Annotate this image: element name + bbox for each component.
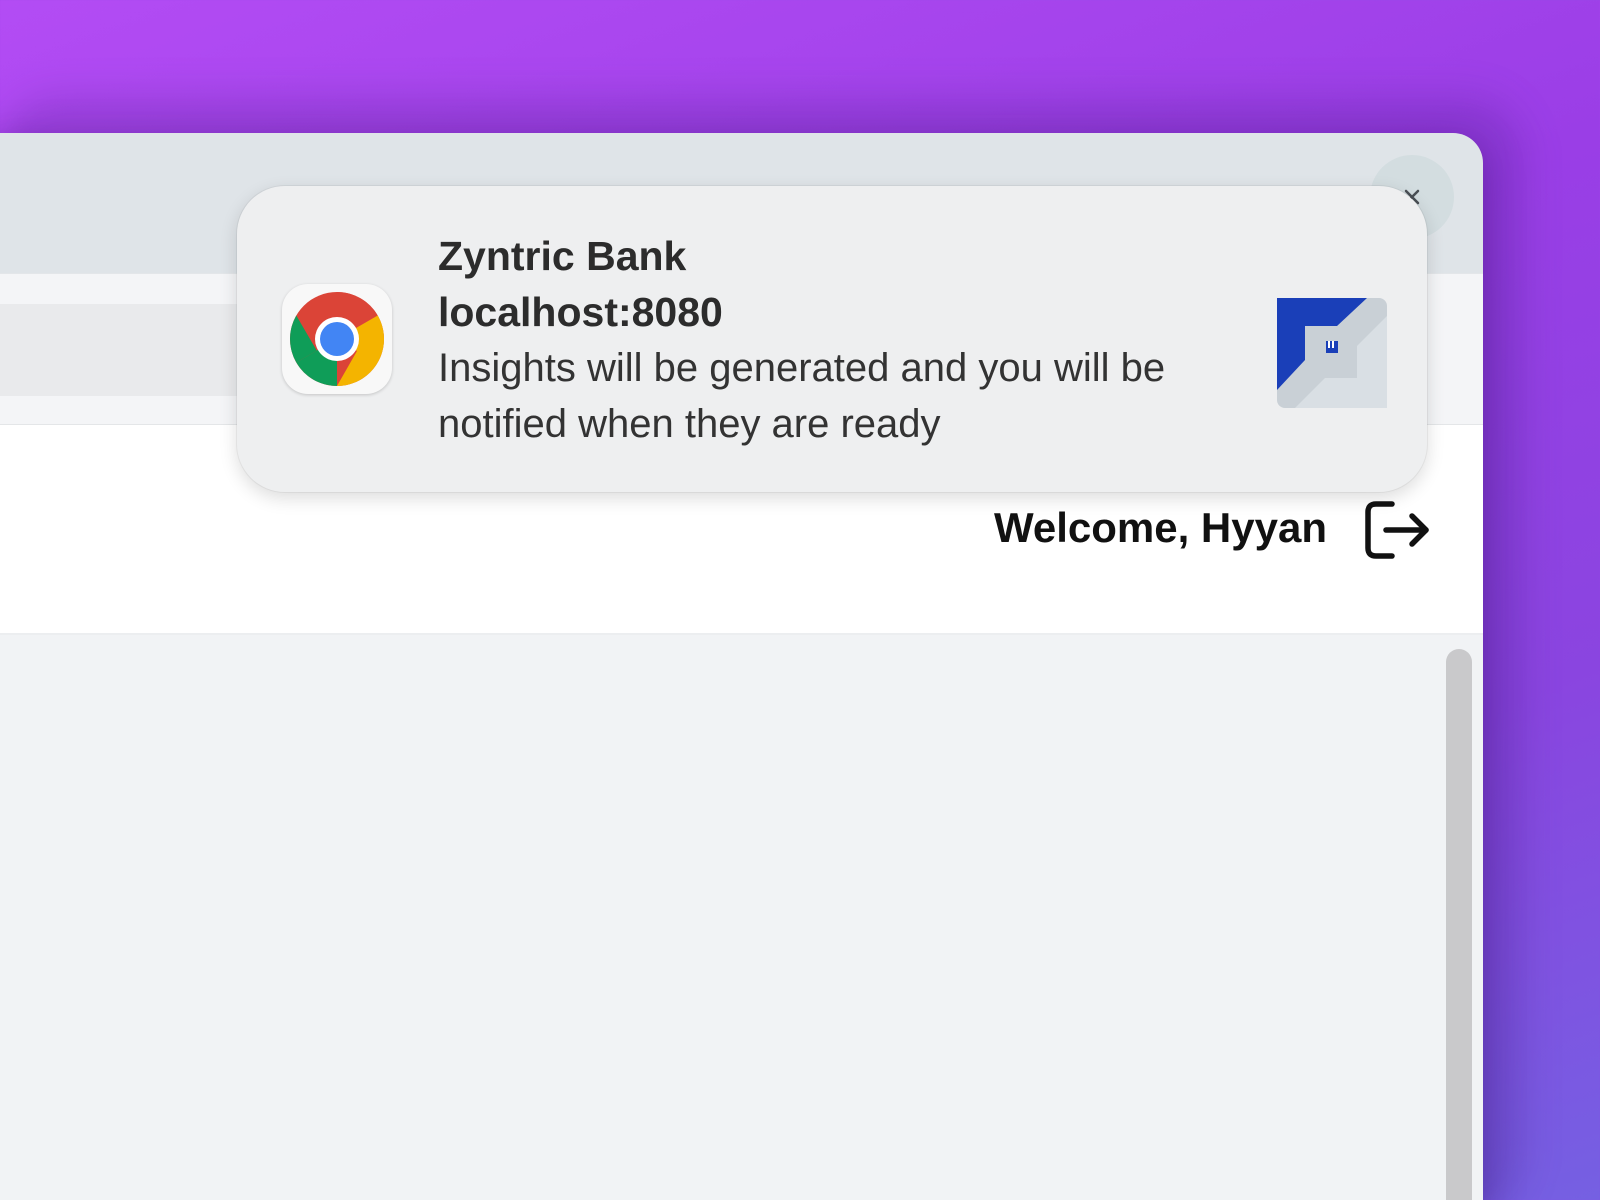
vertical-scrollbar[interactable] [1446, 649, 1472, 1200]
logout-button[interactable] [1362, 498, 1432, 562]
notification-title: Zyntric Bank [438, 233, 687, 279]
logout-icon [1365, 501, 1429, 559]
bank-logo-icon [1277, 298, 1387, 408]
dashboard-body [0, 635, 1483, 1200]
zyntric-bank-logo-icon [1277, 298, 1387, 408]
welcome-text: Welcome, Hyyan [993, 504, 1327, 551]
page-content: Welcome, Hyyan [0, 424, 1483, 1200]
notification-subtitle: localhost:8080 [438, 289, 723, 335]
chrome-icon [290, 292, 384, 386]
system-notification[interactable]: Zyntric Bank localhost:8080 Insights wil… [237, 186, 1427, 492]
notification-text: Zyntric Bank localhost:8080 Insights wil… [438, 228, 1238, 452]
notification-app-icon [282, 284, 392, 394]
notification-body: Insights will be generated and you will … [438, 346, 1166, 446]
